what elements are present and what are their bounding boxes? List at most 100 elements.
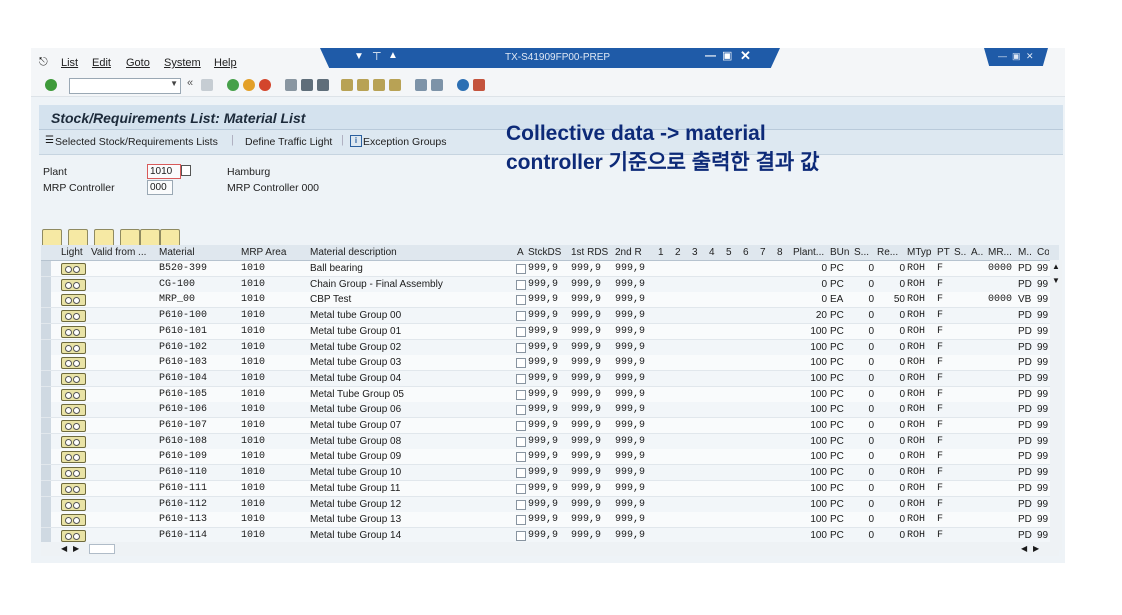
row-checkbox[interactable]	[516, 358, 526, 369]
scroll-right-icon[interactable]: ▶	[73, 544, 79, 553]
row-checkbox[interactable]	[516, 452, 526, 463]
last-page-icon[interactable]	[389, 79, 401, 91]
column-header[interactable]: Material	[159, 247, 237, 258]
column-header[interactable]: 5	[726, 247, 736, 258]
traffic-light-icon[interactable]	[61, 482, 86, 495]
traffic-light-icon[interactable]	[61, 310, 86, 323]
menu-list[interactable]: List	[61, 57, 78, 69]
horizontal-scrollbar[interactable]: ◀ ▶ ◀ ▶	[41, 542, 1059, 556]
table-row[interactable]: P610-100 1010 Metal tube Group 00 999,9 999,…	[41, 308, 1059, 325]
row-selector[interactable]	[41, 261, 51, 276]
row-checkbox[interactable]	[516, 436, 526, 447]
mrp-controller-field[interactable]: 000	[147, 180, 173, 195]
row-selector[interactable]	[41, 449, 51, 465]
new-session-icon[interactable]	[415, 79, 427, 91]
layout-menu-icon[interactable]	[473, 79, 485, 91]
traffic-light-icon[interactable]	[61, 357, 86, 370]
find-next-icon[interactable]	[317, 79, 329, 91]
row-checkbox[interactable]	[516, 264, 526, 274]
table-row[interactable]: P610-111 1010 Metal tube Group 11 999,9 999,…	[41, 480, 1059, 497]
restore-icon[interactable]: ▣	[722, 49, 732, 62]
save-icon[interactable]	[201, 79, 213, 91]
table-row[interactable]: P610-107 1010 Metal tube Group 07 999,9 999,…	[41, 418, 1059, 434]
row-checkbox[interactable]	[516, 405, 526, 416]
table-row[interactable]: P610-109 1010 Metal tube Group 09 999,9 999,…	[41, 449, 1059, 466]
table-row[interactable]: P610-106 1010 Metal tube Group 06 999,9 999,…	[41, 402, 1059, 419]
menu-help[interactable]: Help	[214, 57, 237, 69]
scroll-right-icon[interactable]: ▶	[1033, 544, 1039, 553]
traffic-light-icon[interactable]	[61, 404, 86, 417]
column-header[interactable]: MTyp	[907, 247, 935, 258]
traffic-light-icon[interactable]	[61, 514, 86, 527]
column-header[interactable]: 6	[743, 247, 753, 258]
row-selector[interactable]	[41, 433, 51, 449]
table-row[interactable]: P610-102 1010 Metal tube Group 02 999,9 999,…	[41, 339, 1059, 356]
table-row[interactable]: MRP_00 1010 CBP Test 999,9 999,9 999,9 0 EA 0 50 R…	[41, 292, 1059, 309]
traffic-light-icon[interactable]	[61, 325, 86, 338]
next-page-icon[interactable]	[373, 79, 385, 91]
row-checkbox[interactable]	[516, 342, 526, 353]
column-header[interactable]: Plant...	[793, 247, 829, 258]
traffic-light-icon[interactable]	[61, 388, 86, 401]
row-selector[interactable]	[41, 308, 51, 324]
traffic-light-icon[interactable]	[61, 435, 86, 448]
minimize-icon[interactable]: —	[705, 50, 716, 62]
row-checkbox[interactable]	[516, 530, 526, 541]
table-row[interactable]: P610-105 1010 Metal Tube Group 05 999,9 999,…	[41, 386, 1059, 403]
row-selector[interactable]	[41, 480, 51, 496]
traffic-light-icon[interactable]	[61, 341, 86, 354]
pin-icon[interactable]: ⊤	[372, 50, 382, 63]
scroll-left-icon[interactable]: ◀	[61, 544, 67, 553]
close-icon[interactable]: ✕	[740, 48, 751, 64]
row-selector[interactable]	[41, 339, 51, 355]
column-header[interactable]: Light	[61, 247, 89, 258]
plant-search-icon[interactable]	[181, 165, 191, 176]
exit-icon[interactable]	[243, 79, 255, 91]
table-row[interactable]: P610-113 1010 Metal tube Group 13 999,9 999,…	[41, 512, 1059, 529]
row-checkbox[interactable]	[516, 326, 526, 337]
window-close-icon[interactable]: ✕	[1026, 51, 1034, 62]
menu-icon[interactable]: ⎋	[39, 56, 48, 69]
shortcut-icon[interactable]	[431, 79, 443, 91]
traffic-light-icon[interactable]	[61, 529, 86, 542]
window-minimize-icon[interactable]: —	[998, 51, 1007, 61]
print-icon[interactable]	[285, 79, 297, 91]
row-checkbox[interactable]	[516, 468, 526, 479]
traffic-light-icon[interactable]	[61, 420, 86, 432]
command-field[interactable]: ▼	[69, 78, 181, 94]
table-row[interactable]: P610-104 1010 Metal tube Group 04 999,9 999,…	[41, 370, 1059, 387]
column-header[interactable]: Co	[1037, 247, 1049, 258]
menu-system[interactable]: System	[164, 57, 201, 69]
row-selector[interactable]	[41, 496, 51, 512]
row-selector[interactable]	[41, 386, 51, 402]
row-checkbox[interactable]	[516, 499, 526, 510]
row-selector[interactable]	[41, 355, 51, 371]
row-checkbox[interactable]	[516, 515, 526, 526]
column-header[interactable]: MR...	[988, 247, 1016, 258]
traffic-light-icon[interactable]	[61, 263, 86, 275]
traffic-light-icon[interactable]	[61, 467, 86, 480]
table-row[interactable]: P610-101 1010 Metal tube Group 01 999,9 999,…	[41, 323, 1059, 340]
row-checkbox[interactable]	[516, 295, 526, 306]
first-page-icon[interactable]	[341, 79, 353, 91]
row-checkbox[interactable]	[516, 311, 526, 322]
column-header[interactable]: 1st RDS	[571, 247, 613, 258]
table-row[interactable]: P610-112 1010 Metal tube Group 12 999,9 999,…	[41, 496, 1059, 513]
row-selector[interactable]	[41, 323, 51, 339]
column-header[interactable]: 1	[658, 247, 668, 258]
column-header[interactable]: 7	[760, 247, 770, 258]
row-checkbox[interactable]	[516, 373, 526, 384]
previous-page-icon[interactable]	[357, 79, 369, 91]
chevron-down-icon[interactable]: ▼	[354, 51, 364, 62]
row-checkbox[interactable]	[516, 389, 526, 400]
table-row[interactable]: P610-110 1010 Metal tube Group 10 999,9 999,…	[41, 465, 1059, 482]
table-row[interactable]: B520-399 1010 Ball bearing 999,9 999,9 999,9 0…	[41, 261, 1059, 277]
traffic-light-icon[interactable]	[61, 372, 86, 385]
row-checkbox[interactable]	[516, 421, 526, 431]
back-icon[interactable]	[227, 79, 239, 91]
traffic-light-icon[interactable]	[61, 278, 86, 291]
column-header[interactable]: Re...	[877, 247, 905, 258]
traffic-light-icon[interactable]	[61, 294, 86, 307]
column-header[interactable]: Valid from ...	[91, 247, 155, 258]
column-header[interactable]: M..	[1018, 247, 1036, 258]
